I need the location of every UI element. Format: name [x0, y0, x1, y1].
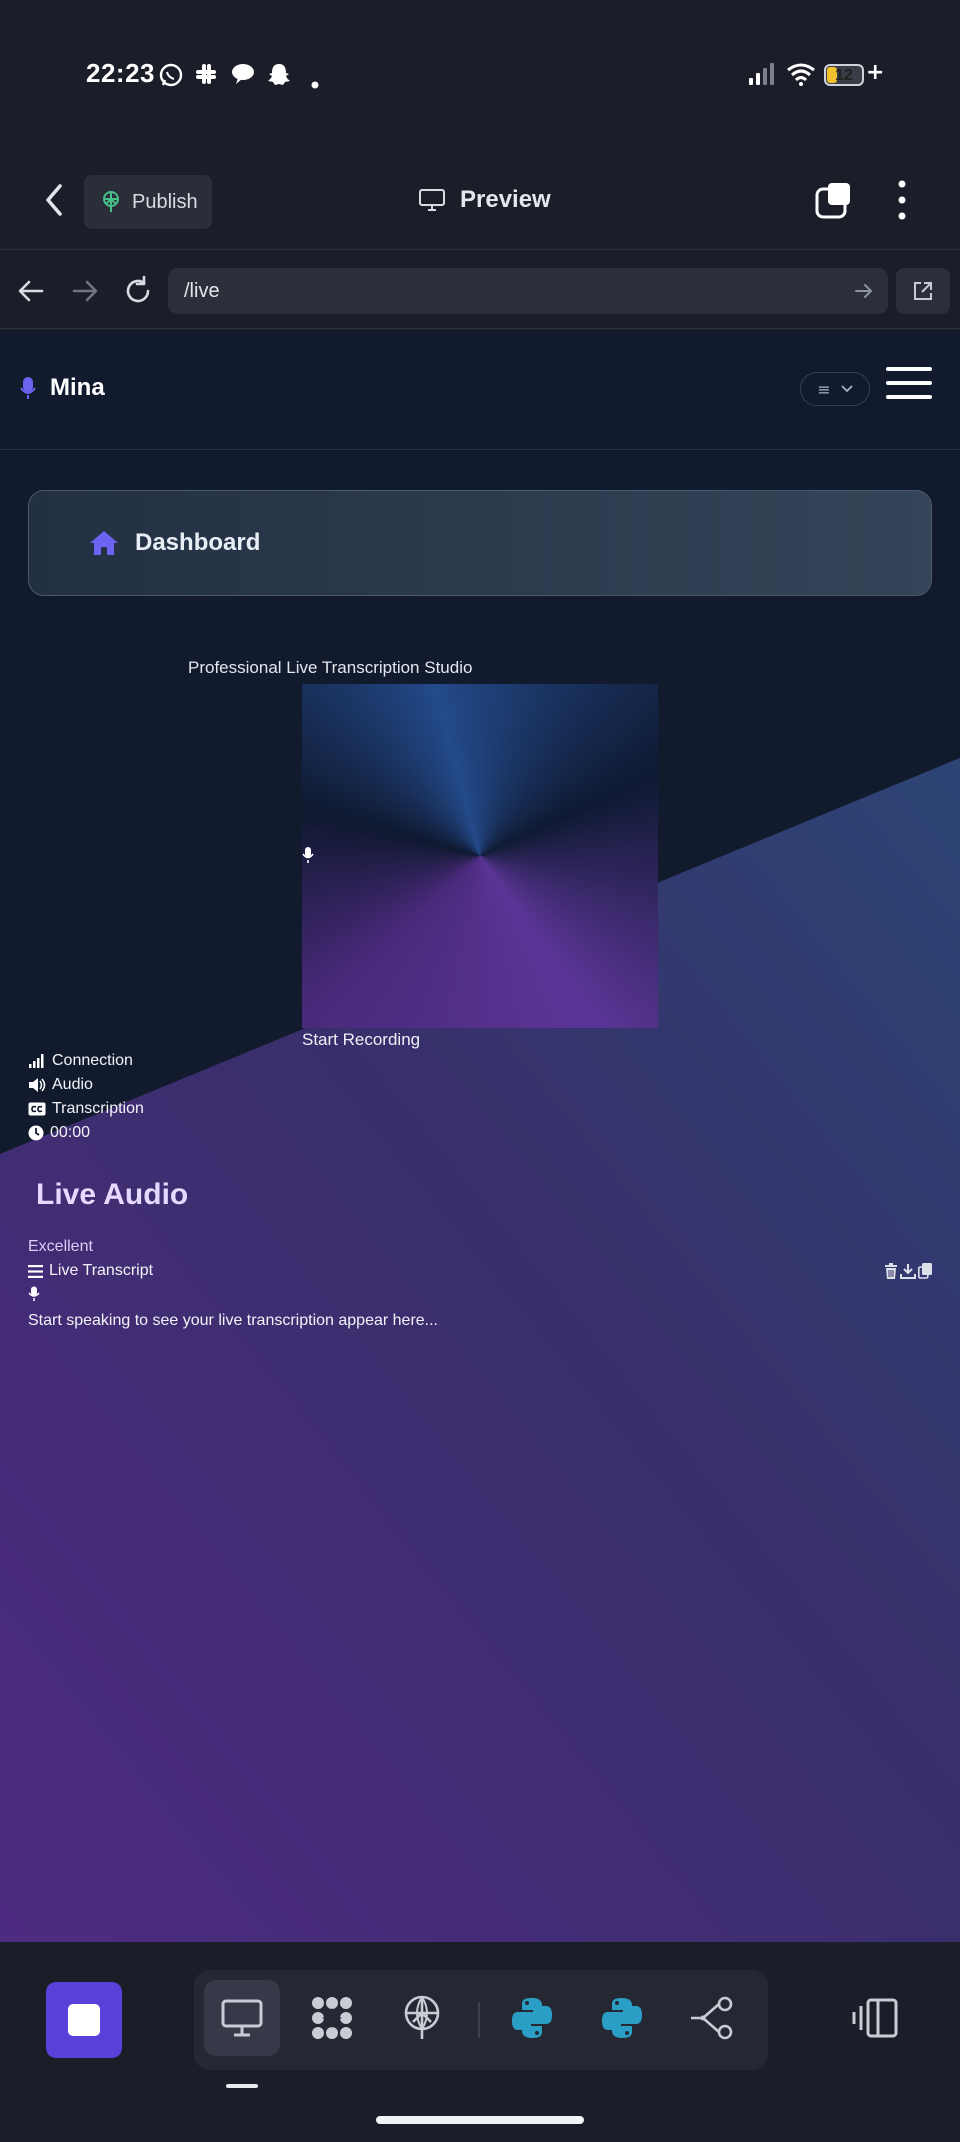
whatsapp-icon: [158, 62, 184, 94]
signal-bars-icon: [29, 1054, 44, 1068]
closed-captions-icon: [28, 1102, 46, 1116]
audio-quality: Excellent: [28, 1238, 93, 1255]
browser-bar: /live: [0, 251, 960, 329]
record-button[interactable]: [302, 684, 658, 1028]
tool-group: [194, 1970, 768, 2070]
hamburger-menu-icon[interactable]: [886, 366, 932, 400]
snapchat-icon: [266, 62, 292, 94]
record-label[interactable]: Start Recording: [302, 1030, 420, 1050]
transcription-label: Transcription: [52, 1100, 144, 1117]
dashboard-link[interactable]: Dashboard: [28, 490, 932, 596]
tool-python-2[interactable]: [584, 1980, 660, 2056]
tool-workflow[interactable]: [674, 1980, 750, 2056]
reload-icon[interactable]: [122, 275, 154, 307]
site-header: Mina ≡: [0, 330, 960, 450]
battery-percentage: 12: [835, 67, 853, 84]
branch-icon: [691, 1996, 733, 2040]
transcript-tools: [884, 1263, 932, 1279]
stat-audio: Audio: [28, 1076, 93, 1094]
volume-icon: [29, 1078, 46, 1092]
transcript-microphone-icon: [28, 1286, 40, 1301]
tabs-icon[interactable]: [814, 180, 854, 220]
dashboard-label: Dashboard: [135, 529, 261, 556]
signal-icon: [748, 62, 776, 92]
monitor-icon: [419, 189, 445, 211]
app-top-bar: Publish Preview: [0, 150, 960, 250]
chat-bubble-icon: [230, 62, 256, 92]
scroll-indicator: [226, 2084, 258, 2088]
brand[interactable]: Mina: [20, 374, 105, 402]
url-text: /live: [184, 280, 220, 302]
sparkle-grid-icon: [312, 1997, 352, 2039]
record-microphone-icon: [302, 847, 314, 863]
python-icon: [602, 1998, 642, 2038]
wifi-icon: [786, 62, 816, 92]
python-icon: [512, 1998, 552, 2038]
clock-icon: [28, 1125, 44, 1141]
slack-icon: [194, 62, 218, 92]
view-select[interactable]: ≡: [800, 372, 870, 406]
audio-label: Audio: [52, 1076, 93, 1093]
battery-icon: 12: [824, 64, 864, 86]
home-indicator[interactable]: [376, 2116, 584, 2124]
browser-forward-icon[interactable]: [70, 277, 100, 305]
go-arrow-icon[interactable]: [854, 282, 874, 300]
live-audio-heading: Live Audio: [36, 1178, 189, 1211]
panel-toggle-icon[interactable]: [852, 1998, 898, 2038]
status-time: 22:23: [86, 58, 155, 88]
web-preview: Mina ≡ Dashboard Professional Live Trans…: [0, 330, 960, 1942]
publish-label: Publish: [132, 190, 198, 213]
studio-title: Professional Live Transcription Studio: [188, 658, 473, 677]
live-transcript-label: Live Transcript: [49, 1262, 154, 1279]
publish-button[interactable]: Publish: [84, 175, 212, 229]
stat-timer: 00:00: [28, 1124, 90, 1142]
transcript-placeholder: Start speaking to see your live transcri…: [28, 1312, 438, 1329]
stat-transcription: Transcription: [28, 1100, 144, 1118]
microphone-icon: [20, 377, 36, 399]
connection-label: Connection: [52, 1052, 133, 1069]
url-input[interactable]: /live: [168, 268, 888, 314]
stop-icon: [68, 2004, 100, 2036]
more-options-icon[interactable]: [890, 178, 914, 222]
stat-connection: Connection: [28, 1052, 133, 1070]
bottom-toolbar: [0, 1942, 960, 2142]
chevron-down-icon: [841, 385, 853, 393]
browser-back-icon[interactable]: [16, 277, 46, 305]
timer-value: 00:00: [50, 1124, 91, 1141]
tool-desktop[interactable]: [204, 1980, 280, 2056]
charging-icon: +: [866, 60, 885, 85]
preview-toggle[interactable]: Preview: [418, 186, 551, 214]
tool-deploy[interactable]: [384, 1980, 460, 2056]
external-link-icon: [914, 282, 932, 300]
stop-button[interactable]: [46, 1982, 122, 2058]
status-bar: 22:23 12 +: [0, 0, 960, 150]
trash-icon[interactable]: [884, 1263, 898, 1279]
download-icon[interactable]: [900, 1263, 916, 1279]
globe-upload-icon: [404, 1995, 440, 2039]
tool-grid[interactable]: [294, 1980, 370, 2056]
list-icon: ≡: [817, 379, 831, 399]
publish-icon: [103, 191, 119, 212]
open-external-button[interactable]: [896, 268, 950, 314]
lines-icon: [28, 1264, 43, 1278]
brand-name: Mina: [50, 374, 105, 401]
desktop-icon: [221, 1999, 263, 2037]
dot-icon: [310, 68, 320, 96]
copy-icon[interactable]: [918, 1263, 932, 1279]
home-icon: [90, 531, 118, 555]
preview-label: Preview: [460, 186, 551, 213]
live-transcript-heading: Live Transcript: [28, 1262, 153, 1280]
toolbar-divider: [478, 2002, 480, 2038]
tool-python-1[interactable]: [494, 1980, 570, 2056]
back-chevron-icon[interactable]: [40, 180, 70, 220]
